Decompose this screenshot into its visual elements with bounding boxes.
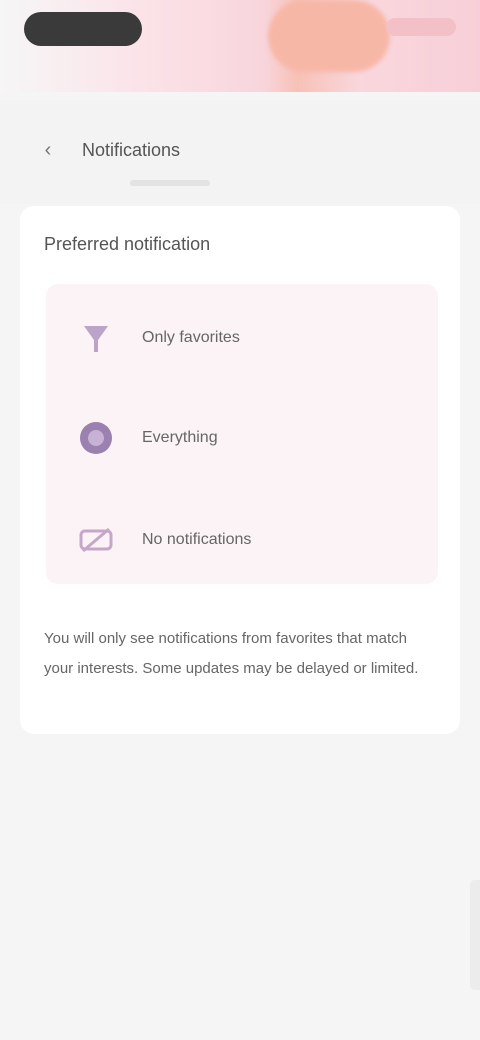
status-indicators [386,18,456,36]
star-icon [66,408,126,468]
option-label: Everything [142,429,218,446]
arrow-left-icon: ‹ [44,138,52,161]
option-none[interactable]: No notifications [46,490,438,590]
page-header: ‹ Notifications [0,100,480,204]
top-banner [0,0,480,92]
header-divider [130,180,210,186]
section-title: Preferred notification [44,234,211,254]
helper-text: You will only see notifications from fav… [44,630,419,677]
back-button[interactable]: ‹ [34,136,62,164]
funnel-icon [66,308,126,368]
scrollbar[interactable] [470,880,480,990]
option-label: Only favorites [142,329,240,346]
banner-decoration [268,0,390,72]
mute-icon [66,510,126,570]
option-everything[interactable]: Everything [46,388,438,488]
option-favorites[interactable]: Only favorites [46,288,438,388]
status-pill [24,12,142,46]
notification-options: Only favorites Everything No notificatio… [46,284,438,584]
page-title: Notifications [82,140,181,160]
option-label: No notifications [142,531,252,548]
settings-card: Preferred notification Only favorites Ev… [20,206,460,734]
